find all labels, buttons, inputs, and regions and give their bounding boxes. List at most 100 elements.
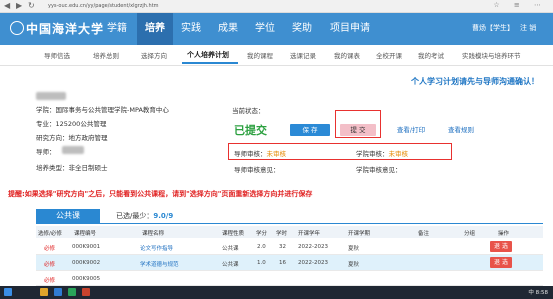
th-term: 开课学期 <box>348 231 371 237</box>
ime-indicator[interactable]: 中 <box>528 290 534 296</box>
row2-year: 2022-2023 <box>298 260 328 266</box>
row2-credit: 1.0 <box>257 260 266 266</box>
credits-value: 9.0/9 <box>153 212 174 220</box>
credits-label: 已选/最少： <box>116 212 154 220</box>
user-name: 曹炀【学生】 <box>472 24 514 32</box>
browser-taskbar-icon[interactable] <box>54 288 62 296</box>
college-value: 国际事务与公共管理学院-MPA教育中心 <box>55 106 169 114</box>
address-bar[interactable]: yys-ouc.edu.cn/yy/page/student/xlgrzjh.h… <box>48 2 478 10</box>
th-code: 课程编号 <box>74 231 97 237</box>
refresh-icon[interactable]: ↻ <box>28 1 35 11</box>
th-hours: 学时 <box>276 231 288 237</box>
view-print-button[interactable]: 查看/打印 <box>390 124 432 136</box>
nav-xuewei[interactable]: 学位 <box>247 13 283 45</box>
row1-year: 2022-2023 <box>298 244 328 250</box>
clock: 8:58 <box>535 290 548 296</box>
row1-code: 000K9001 <box>72 244 101 250</box>
row1-type: 公共课 <box>222 246 239 252</box>
row2-course-name[interactable]: 学术道德与规范 <box>140 260 179 268</box>
th-type: 课程性质 <box>222 231 245 237</box>
row3-required: 必修 <box>44 278 56 284</box>
th-group: 分组 <box>464 231 476 237</box>
view-rules-button[interactable]: 查看规则 <box>440 124 482 136</box>
advisor-opinion-label: 导师审核意见： <box>234 166 280 174</box>
table-row <box>36 271 543 286</box>
advisor-label: 导师： <box>36 148 56 156</box>
th-credit: 学分 <box>256 231 268 237</box>
college-review-value: 未审核 <box>388 150 409 158</box>
status-label: 当前状态： <box>232 107 265 115</box>
major-value: 125200公共管理 <box>55 120 107 128</box>
back-icon[interactable]: ◀ <box>4 1 10 11</box>
start-icon[interactable] <box>4 288 12 296</box>
wechat-icon[interactable] <box>68 288 76 296</box>
nav-xiangmu[interactable]: 项目申请 <box>321 13 379 45</box>
subnav-plan[interactable]: 个人培养计划 <box>187 50 229 60</box>
table-row <box>36 239 543 255</box>
explorer-icon[interactable] <box>40 288 48 296</box>
blurred-advisor-name <box>62 146 84 154</box>
subnav-fangxiang[interactable]: 选择方向 <box>141 50 167 60</box>
credits-summary: 已选/最少：9.0/9 <box>116 211 173 221</box>
subnav-daoshi[interactable]: 导师信选 <box>44 50 70 60</box>
college-label: 学院： <box>36 106 56 114</box>
training-type-label: 培养类型： <box>36 164 69 172</box>
th-year: 开课学年 <box>298 231 321 237</box>
subnav-xuanke[interactable]: 选课记录 <box>290 50 316 60</box>
subnav-kecheng[interactable]: 我的课程 <box>247 50 273 60</box>
row2-required: 必修 <box>44 262 56 268</box>
status-value: 已提交 <box>234 124 267 137</box>
browser-menu-icons[interactable]: ☆ ≡ ⋯ <box>493 1 547 9</box>
major-label: 专业： <box>36 120 56 128</box>
seal-icon <box>10 21 24 35</box>
college-opinion-label: 学院审核意见： <box>356 166 402 174</box>
save-button[interactable]: 保 存 <box>290 124 330 136</box>
th-note: 备注 <box>418 231 430 237</box>
row2-drop-button[interactable]: 退 选 <box>490 257 512 268</box>
nav-shijian[interactable]: 实践 <box>173 13 209 45</box>
taskbar-tray: 中 8:58 <box>528 288 548 296</box>
subnav-kebiao[interactable]: 我的课表 <box>334 50 360 60</box>
forward-icon[interactable]: ▶ <box>16 1 22 11</box>
table-row <box>36 255 543 271</box>
app-icon[interactable] <box>82 288 90 296</box>
nav-xueji[interactable]: 学籍 <box>97 13 137 45</box>
subnav-shijian[interactable]: 实践模块与培养环节 <box>462 50 521 60</box>
blurred-student-name <box>36 92 66 100</box>
direction-warning: 提醒:如果选择"研究方向"之后，只能看到公共课程，请到"选择方向"页面重新选择方… <box>8 190 313 198</box>
row1-drop-button[interactable]: 退 选 <box>490 241 512 252</box>
training-type-value: 非全日制硕士 <box>68 164 108 172</box>
direction-label: 研究方向： <box>36 134 69 142</box>
subnav-kaoshi[interactable]: 我的考试 <box>418 50 444 60</box>
row2-term: 夏秋 <box>348 262 360 268</box>
advisor-review-label: 导师审核： <box>234 150 267 158</box>
row2-type: 公共课 <box>222 262 239 268</box>
th-action: 操作 <box>498 231 510 237</box>
submit-button[interactable]: 提 交 <box>340 124 376 136</box>
row1-term: 夏秋 <box>348 246 360 252</box>
school-name: 中国海洋大学 <box>26 22 105 36</box>
row1-required: 必修 <box>44 246 56 252</box>
nav-peiyang[interactable]: 培养 <box>137 13 173 45</box>
tab-bar <box>36 209 543 224</box>
row1-credit: 2.0 <box>257 244 266 250</box>
advisor-review-value: 未审核 <box>266 150 287 158</box>
row1-course-name[interactable]: 论文写作指导 <box>140 244 173 252</box>
active-tab-underline <box>182 62 238 64</box>
nav-chengguo[interactable]: 成果 <box>209 13 247 45</box>
school-logo[interactable]: 中国海洋大学 <box>10 20 104 37</box>
subnav-kaike[interactable]: 全校开课 <box>376 50 402 60</box>
th-required: 选修/必修 <box>38 231 62 237</box>
logout-link[interactable]: 注 销 <box>520 20 536 36</box>
plan-notice: 个人学习计划请先与导师沟通确认！ <box>411 77 539 86</box>
nav-jiangzhu[interactable]: 奖助 <box>283 13 321 45</box>
row3-code: 000K9005 <box>72 276 101 282</box>
browser-toolbar: ◀ ▶ ↻ yys-ouc.edu.cn/yy/page/student/xlg… <box>0 0 553 13</box>
th-name: 课程名称 <box>142 231 165 237</box>
row2-code: 000K9002 <box>72 260 101 266</box>
subnav-zongze[interactable]: 培养总则 <box>93 50 119 60</box>
direction-value: 地方政府管理 <box>68 134 108 142</box>
row1-hours: 32 <box>279 244 286 250</box>
tab-public-course[interactable]: 公共课 <box>36 209 100 223</box>
college-review-label: 学院审核： <box>356 150 389 158</box>
